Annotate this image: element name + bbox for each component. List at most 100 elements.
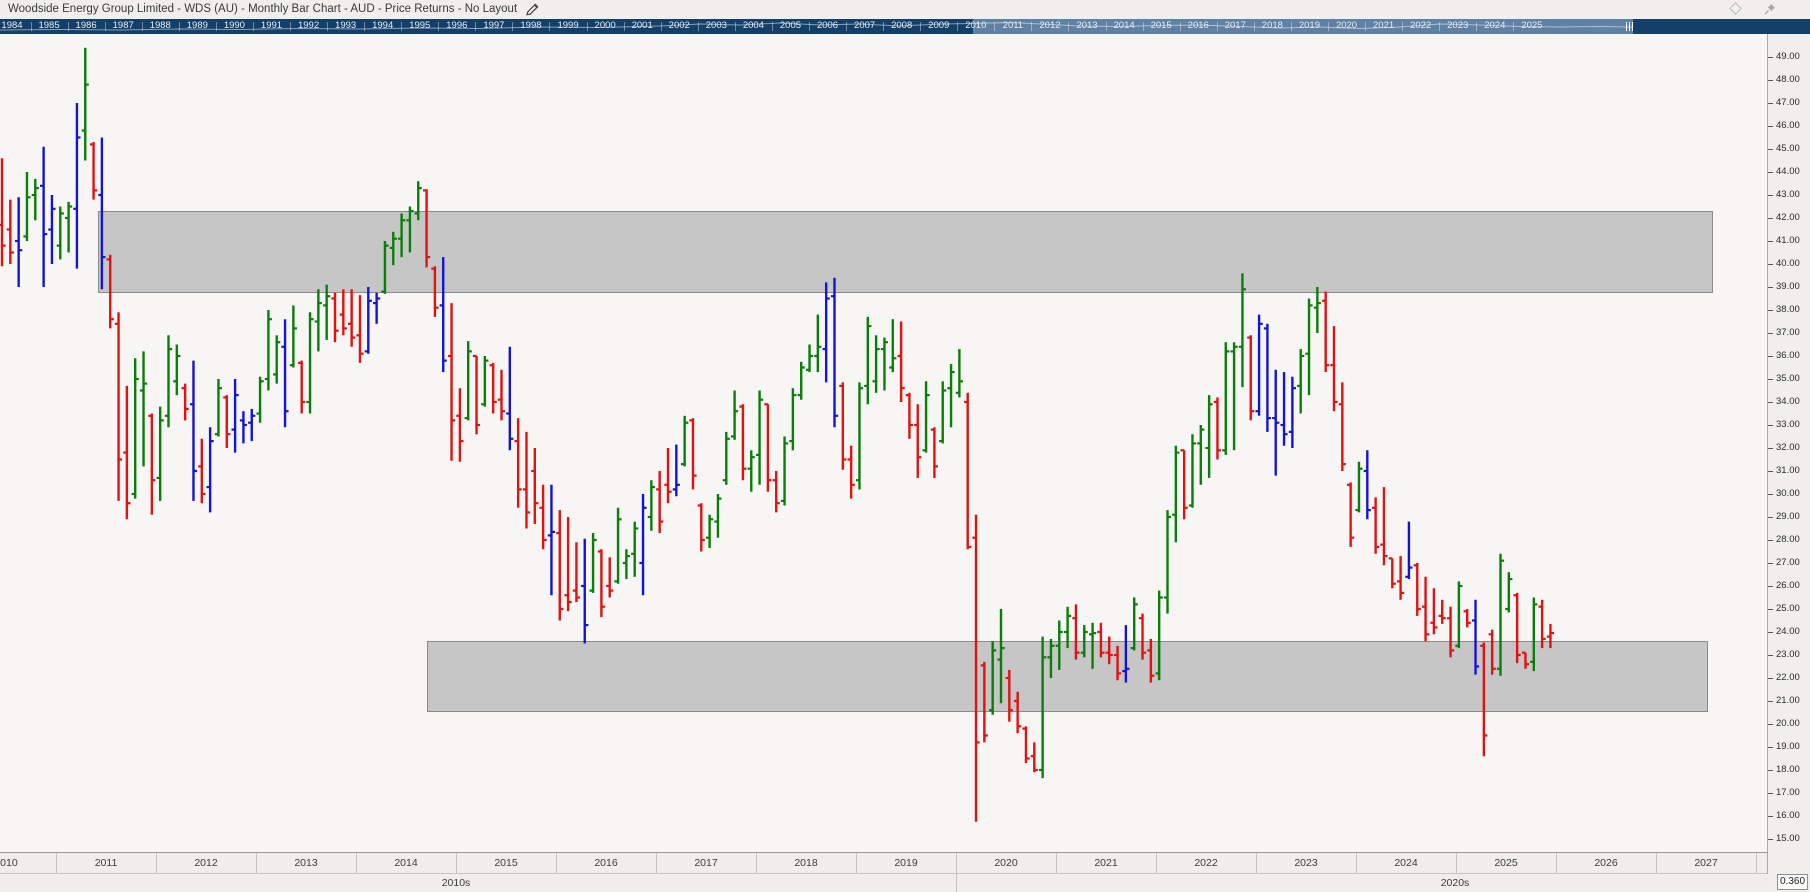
timeline-year-2019[interactable]: 2019 <box>1289 20 1329 31</box>
year-label-2020: 2020 <box>994 857 1018 869</box>
price-tick-label: 45.00 <box>1776 143 1800 154</box>
price-axis[interactable]: 49.00 48.00 47.00 46.00 45.00 44.00 43.00 42.00… <box>1767 34 1810 874</box>
price-tick-label: 30.00 <box>1776 488 1800 499</box>
price-tick <box>1768 103 1773 104</box>
timeline-year-1992[interactable]: 1992 <box>289 20 329 31</box>
year-label-2015: 2015 <box>494 857 518 869</box>
timeline-year-2011[interactable]: 2011 <box>993 20 1033 31</box>
timeline-year-2010[interactable]: 2010 <box>956 20 996 31</box>
price-tick <box>1768 149 1773 150</box>
timeline-year-1985[interactable]: 1985 <box>29 20 69 31</box>
timeline-year-1999[interactable]: 1999 <box>548 20 588 31</box>
timeline-year-1986[interactable]: 1986 <box>66 20 106 31</box>
price-tick <box>1768 80 1773 81</box>
price-tick-label: 15.00 <box>1776 833 1800 844</box>
price-tick <box>1768 655 1773 656</box>
price-tick-label: 36.00 <box>1776 350 1800 361</box>
timeline-year-2005[interactable]: 2005 <box>770 20 810 31</box>
decade-divider <box>956 874 957 892</box>
year-label-2013: 2013 <box>294 857 318 869</box>
timeline-year-2017[interactable]: 2017 <box>1215 20 1255 31</box>
timeline-year-2025[interactable]: 2025 <box>1512 20 1552 31</box>
timeline-year-1987[interactable]: 1987 <box>103 20 143 31</box>
timeline-year-2018[interactable]: 2018 <box>1252 20 1292 31</box>
timeline-year-2009[interactable]: 2009 <box>919 20 959 31</box>
lower-support-zone[interactable] <box>427 641 1708 713</box>
price-tick <box>1768 724 1773 725</box>
price-tick <box>1768 126 1773 127</box>
timeline-year-1991[interactable]: 1991 <box>251 20 291 31</box>
year-label-2028: 2028 <box>1756 857 1767 869</box>
year-label-2012: 2012 <box>194 857 218 869</box>
timeline-year-2007[interactable]: 2007 <box>845 20 885 31</box>
price-tick <box>1768 172 1773 173</box>
pushpin-icon[interactable] <box>1762 2 1777 17</box>
diamond-icon[interactable] <box>1729 2 1742 15</box>
price-tick-label: 17.00 <box>1776 787 1800 798</box>
price-tick <box>1768 747 1773 748</box>
timeline-slider[interactable]: 1984 1985 1986 1987 1988 1989 1990 1991 1992 1993… <box>0 19 1810 34</box>
price-tick-label: 47.00 <box>1776 97 1800 108</box>
year-label-2027: 2027 <box>1694 857 1718 869</box>
timeline-year-1994[interactable]: 1994 <box>363 20 403 31</box>
price-tick-label: 42.00 <box>1776 212 1800 223</box>
year-label-2025: 2025 <box>1494 857 1518 869</box>
price-tick-label: 24.00 <box>1776 626 1800 637</box>
timeline-year-1984[interactable]: 1984 <box>0 20 32 31</box>
price-tick-label: 44.00 <box>1776 166 1800 177</box>
price-tick-label: 49.00 <box>1776 51 1800 62</box>
year-label-2018: 2018 <box>794 857 818 869</box>
decade-label-2020s: 2020s <box>1440 877 1470 889</box>
price-tick <box>1768 678 1773 679</box>
price-tick <box>1768 448 1773 449</box>
timeline-year-2004[interactable]: 2004 <box>733 20 773 31</box>
price-tick <box>1768 195 1773 196</box>
timeline-year-2006[interactable]: 2006 <box>808 20 848 31</box>
upper-resistance-zone[interactable] <box>98 211 1713 293</box>
price-tick <box>1768 701 1773 702</box>
timeline-year-2022[interactable]: 2022 <box>1401 20 1441 31</box>
year-axis[interactable]: 2010 2011 2012 2013 2014 2015 2016 2017 2018 2019… <box>0 852 1767 873</box>
price-tick-label: 25.00 <box>1776 603 1800 614</box>
timeline-year-2012[interactable]: 2012 <box>1030 20 1070 31</box>
decade-axis: 2010s 2020s <box>0 873 1767 892</box>
price-tick <box>1768 471 1773 472</box>
price-tick-label: 40.00 <box>1776 258 1800 269</box>
price-tick-label: 23.00 <box>1776 649 1800 660</box>
timeline-year-2002[interactable]: 2002 <box>659 20 699 31</box>
timeline-year-2024[interactable]: 2024 <box>1475 20 1515 31</box>
timeline-year-2003[interactable]: 2003 <box>696 20 736 31</box>
timeline-year-2000[interactable]: 2000 <box>585 20 625 31</box>
price-tick <box>1768 494 1773 495</box>
price-tick <box>1768 793 1773 794</box>
scale-value-box[interactable]: 0.360 <box>1777 874 1808 890</box>
timeline-year-2008[interactable]: 2008 <box>882 20 922 31</box>
timeline-year-2016[interactable]: 2016 <box>1178 20 1218 31</box>
timeline-year-1993[interactable]: 1993 <box>326 20 366 31</box>
decade-label-2010s: 2010s <box>441 877 471 889</box>
timeline-year-2013[interactable]: 2013 <box>1067 20 1107 31</box>
timeline-year-2020[interactable]: 2020 <box>1327 20 1367 31</box>
price-tick-label: 27.00 <box>1776 557 1800 568</box>
timeline-year-1998[interactable]: 1998 <box>511 20 551 31</box>
year-label-2011: 2011 <box>94 857 118 869</box>
timeline-year-1997[interactable]: 1997 <box>474 20 514 31</box>
price-tick <box>1768 632 1773 633</box>
year-label-2024: 2024 <box>1394 857 1418 869</box>
timeline-year-1996[interactable]: 1996 <box>437 20 477 31</box>
timeline-year-2001[interactable]: 2001 <box>622 20 662 31</box>
timeline-year-2021[interactable]: 2021 <box>1364 20 1404 31</box>
price-tick <box>1768 517 1773 518</box>
timeline-year-1995[interactable]: 1995 <box>400 20 440 31</box>
timeline-year-2015[interactable]: 2015 <box>1141 20 1181 31</box>
timeline-year-1988[interactable]: 1988 <box>140 20 180 31</box>
timeline-year-1990[interactable]: 1990 <box>214 20 254 31</box>
timeline-year-2014[interactable]: 2014 <box>1104 20 1144 31</box>
chart-canvas[interactable] <box>0 34 1767 852</box>
timeline-drag-handle[interactable] <box>1626 22 1637 31</box>
price-tick <box>1768 609 1773 610</box>
year-label-2014: 2014 <box>394 857 418 869</box>
timeline-year-1989[interactable]: 1989 <box>177 20 217 31</box>
pencil-icon[interactable] <box>525 2 540 17</box>
timeline-year-2023[interactable]: 2023 <box>1438 20 1478 31</box>
